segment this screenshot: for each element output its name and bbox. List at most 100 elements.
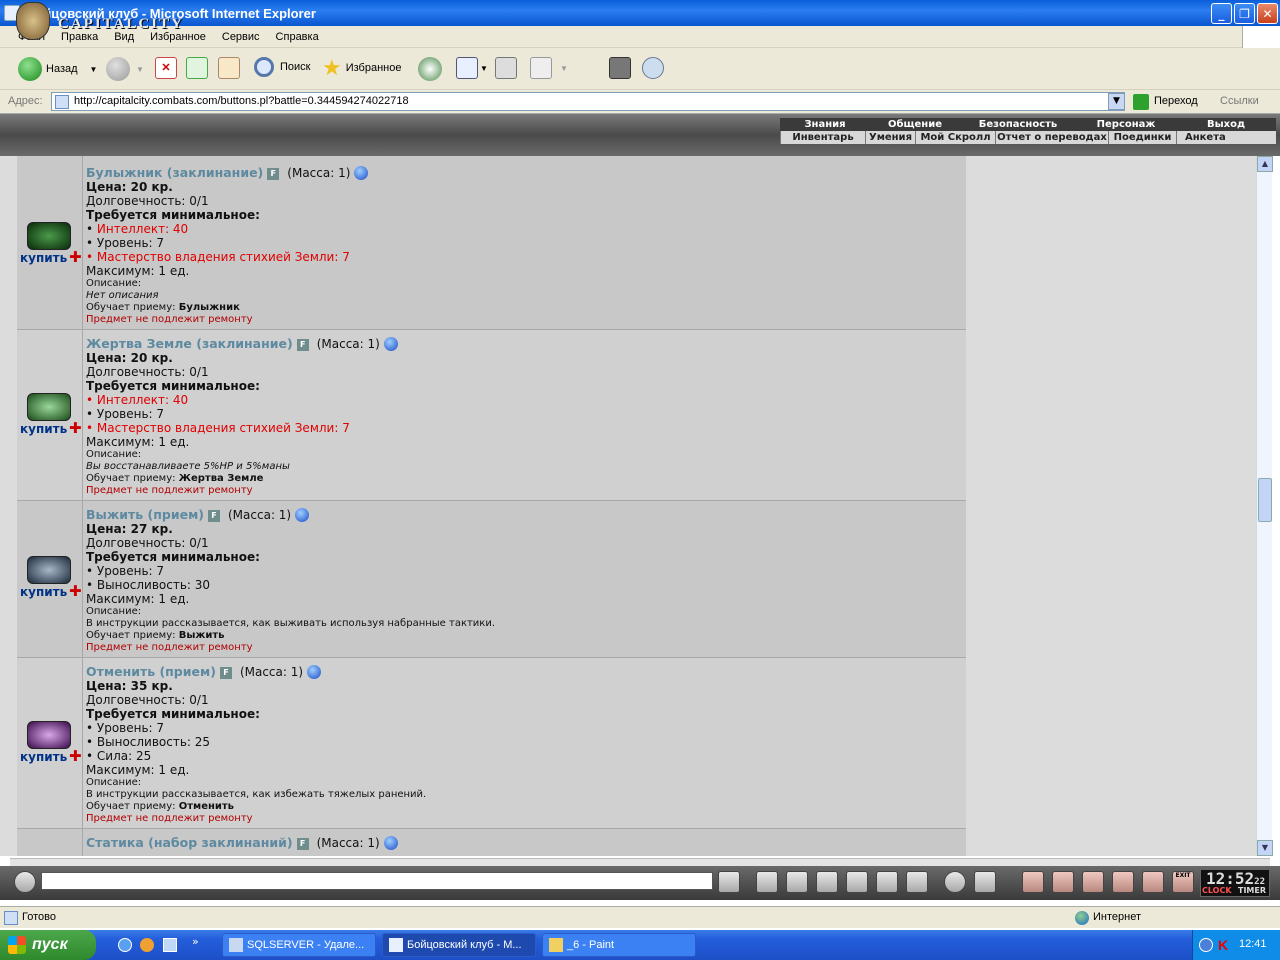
kaspersky-tray-icon[interactable]: K (1218, 937, 1228, 953)
mail-button[interactable]: ▼ (456, 57, 488, 79)
task-sqlserver[interactable]: SQLSERVER - Удале... (222, 933, 376, 957)
buy-button[interactable]: купить (20, 422, 67, 436)
scroll-icon (27, 721, 71, 749)
bag-icon[interactable] (1082, 871, 1104, 893)
menu-tools[interactable]: Сервис (222, 31, 260, 43)
chevron-right-icon[interactable]: » (192, 935, 199, 948)
send-icon[interactable] (718, 871, 740, 893)
sound-icon[interactable] (906, 871, 928, 893)
item-desc-label: Описание: (86, 449, 142, 460)
go-button[interactable]: Переход (1154, 95, 1198, 107)
nav-security[interactable]: Безопасность (960, 118, 1076, 131)
horizontal-scrollbar[interactable] (10, 858, 1270, 866)
fighter-icon[interactable] (846, 871, 868, 893)
close-button[interactable]: ✕ (1257, 3, 1278, 24)
item-name[interactable]: Отменить (прием) (86, 664, 216, 679)
start-button[interactable]: пуск (0, 930, 96, 960)
timer-label: TIMER (1238, 886, 1267, 895)
buy-button[interactable]: купить (20, 251, 67, 265)
item-name[interactable]: Статика (набор заклинаний) (86, 835, 293, 850)
house-icon[interactable] (1142, 871, 1164, 893)
desktop-quicklaunch-icon[interactable] (163, 938, 177, 952)
stone-icon[interactable] (1112, 871, 1134, 893)
chat-input[interactable] (41, 872, 713, 890)
kaspersky-button[interactable] (609, 57, 631, 79)
f-badge[interactable]: F (208, 509, 220, 522)
f-badge[interactable]: F (296, 837, 309, 850)
globe-icon[interactable] (354, 166, 369, 180)
item-name[interactable]: Выжить (прием) (86, 507, 204, 522)
media-quicklaunch-icon[interactable] (140, 938, 154, 952)
globe-icon[interactable] (383, 337, 398, 351)
scroll-down-icon[interactable]: ▼ (1257, 840, 1273, 856)
vertical-scrollbar[interactable]: ▲ ▼ (1256, 156, 1273, 856)
nav-inventory[interactable]: Инвентарь (780, 131, 865, 144)
remote-desktop-icon (229, 938, 243, 952)
globe-icon[interactable] (383, 836, 398, 850)
smiley-icon[interactable] (944, 871, 966, 893)
nav-battles[interactable]: Поединки (1108, 131, 1176, 144)
quill-icon[interactable] (1052, 871, 1074, 893)
nav-communication[interactable]: Общение (870, 118, 960, 131)
item-name[interactable]: Булыжник (заклинание) (86, 165, 263, 180)
save-log-icon[interactable] (816, 871, 838, 893)
req-endurance: • Выносливость: 30 (86, 578, 211, 592)
nav-skills[interactable]: Умения (865, 131, 915, 144)
address-input[interactable]: http://capitalcity.combats.com/buttons.p… (51, 92, 1125, 111)
window-title-bar[interactable]: Бойцовский клуб - Microsoft Internet Exp… (0, 0, 1280, 26)
go-arrow-icon[interactable] (1133, 94, 1149, 110)
stop-button[interactable]: ✕ (155, 57, 177, 79)
edit-button[interactable]: ▼ (530, 57, 568, 79)
item-repair: Предмет не подлежит ремонту (86, 485, 253, 496)
links-label[interactable]: Ссылки (1220, 95, 1259, 107)
filter-icon[interactable] (786, 871, 808, 893)
maximize-button[interactable]: ❐ (1234, 3, 1255, 24)
nav-profile[interactable]: Анкета (1176, 131, 1276, 144)
globe-icon[interactable] (295, 508, 310, 522)
scroll-thumb[interactable] (1258, 478, 1272, 522)
task-paint[interactable]: _6 - Paint (542, 933, 696, 957)
nav-transfer-report[interactable]: Отчет о переводах (995, 131, 1108, 144)
home-button[interactable] (218, 57, 240, 79)
search-button[interactable]: Поиск (254, 57, 310, 77)
history-button[interactable] (418, 57, 442, 81)
favorites-button[interactable]: ★ Избранное (322, 57, 401, 79)
item-name[interactable]: Жертва Земле (заклинание) (86, 336, 293, 351)
task-fight-club[interactable]: Бойцовский клуб - М... (382, 933, 536, 957)
tray-arrow-icon[interactable] (1199, 938, 1213, 952)
nav-character[interactable]: Персонаж (1076, 118, 1176, 131)
forward-button[interactable]: ▼ (106, 57, 144, 81)
f-badge[interactable]: F (296, 338, 309, 351)
scroll-up-icon[interactable]: ▲ (1257, 156, 1273, 172)
f-badge[interactable]: F (267, 167, 280, 180)
globe-icon[interactable] (307, 665, 322, 679)
buy-button[interactable]: купить (20, 750, 67, 764)
plus-icon[interactable]: ✚ (69, 248, 82, 266)
plus-icon[interactable]: ✚ (69, 747, 82, 765)
exit-icon[interactable]: EXIT (1172, 871, 1194, 893)
back-button[interactable]: Назад ▼ (18, 57, 97, 81)
plus-icon[interactable]: ✚ (69, 582, 82, 600)
shop-item-static: Статика (набор заклинаний) F (Масса: 1) (17, 829, 966, 856)
address-dropdown-icon[interactable]: ▼ (1108, 93, 1125, 110)
helmet-icon[interactable] (974, 871, 996, 893)
item-desc-label: Описание: (86, 278, 142, 289)
refresh-button[interactable] (186, 57, 208, 79)
chat-head-icon[interactable] (14, 871, 36, 893)
menu-help[interactable]: Справка (276, 31, 319, 43)
private-icon[interactable] (876, 871, 898, 893)
buy-button[interactable]: купить (20, 585, 67, 599)
windows-flag-icon (8, 936, 26, 954)
plus-icon[interactable]: ✚ (69, 419, 82, 437)
print-button[interactable] (495, 57, 517, 79)
nav-exit[interactable]: Выход (1176, 118, 1276, 131)
nav-my-scroll[interactable]: Мой Скролл (915, 131, 995, 144)
ie-quicklaunch-icon[interactable] (118, 938, 132, 952)
f-badge[interactable]: F (219, 666, 232, 679)
messenger-button[interactable] (642, 57, 664, 79)
item-durability: Долговечность: 0/1 (86, 194, 209, 208)
minimize-button[interactable]: _ (1211, 3, 1232, 24)
nav-knowledge[interactable]: Знания (780, 118, 870, 131)
eraser-icon[interactable] (756, 871, 778, 893)
potion-icon[interactable] (1022, 871, 1044, 893)
